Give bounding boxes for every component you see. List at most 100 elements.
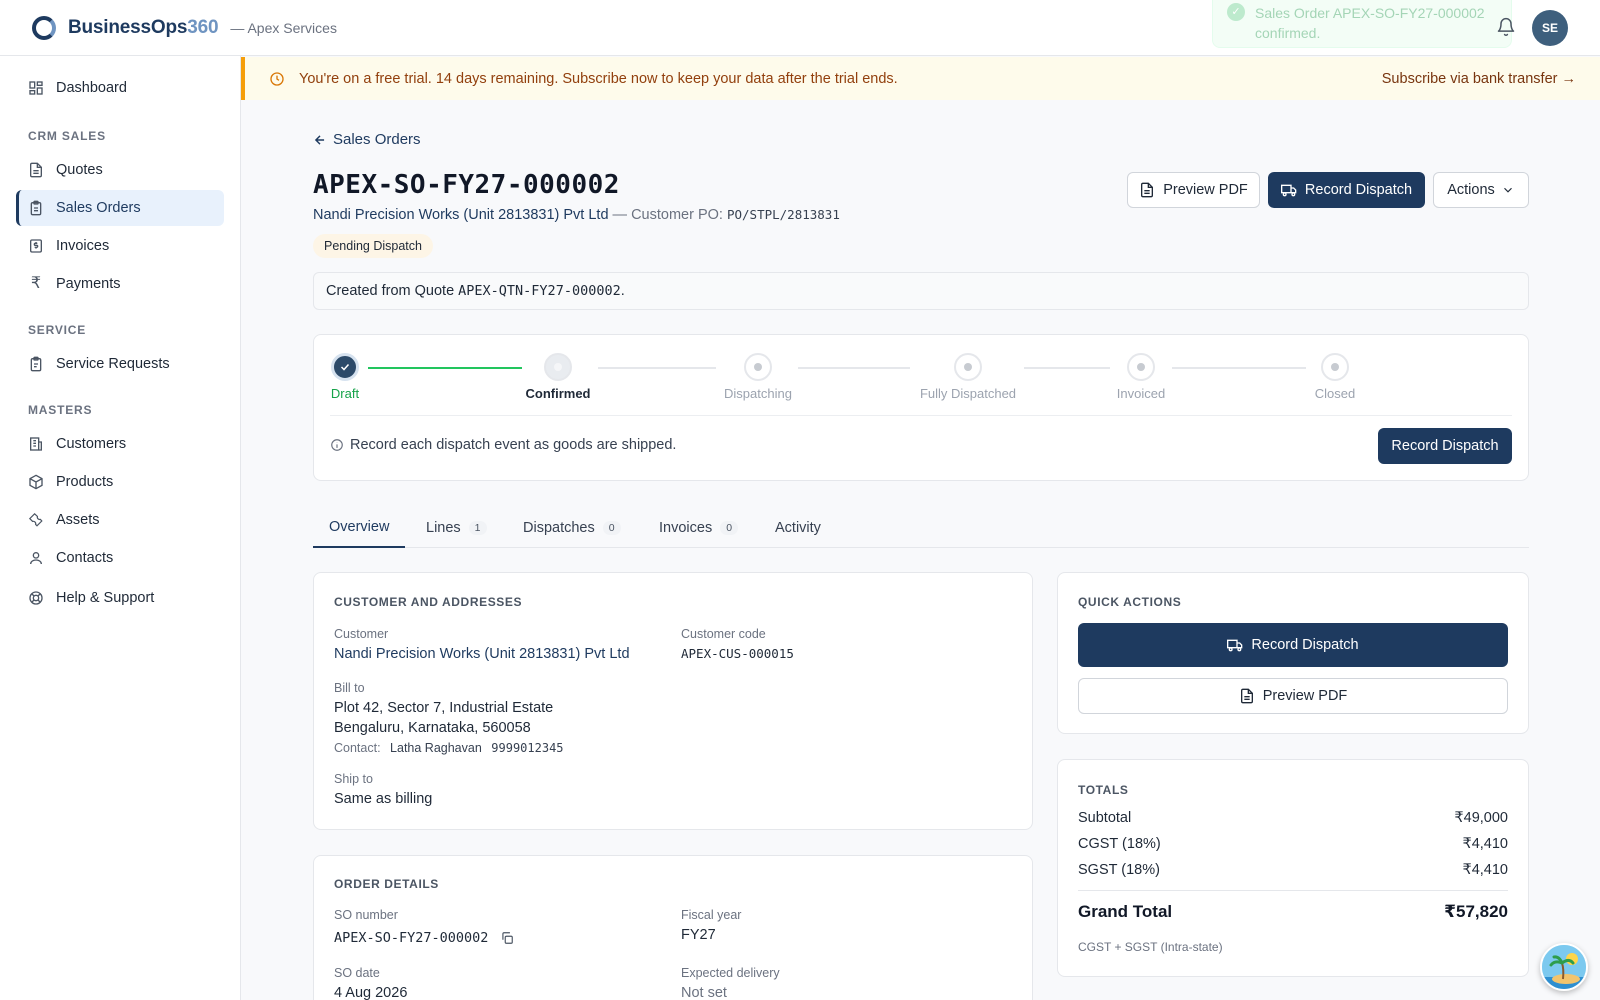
cgst-value: ₹4,410	[1462, 836, 1508, 852]
so-number-row: APEX-SO-FY27-000002	[334, 930, 514, 946]
tab-label: Lines	[426, 519, 461, 536]
fiscal-year-label: Fiscal year	[681, 908, 742, 922]
contact-label: Contact:	[334, 741, 381, 755]
tab-label: Overview	[329, 518, 390, 535]
sidebar-item-label: Service Requests	[56, 356, 170, 372]
button-label: Record Dispatch	[1251, 637, 1359, 653]
sidebar-section-masters: MASTERS	[28, 403, 93, 417]
clipboard-list-icon	[30, 356, 42, 372]
sidebar-item-label: Invoices	[56, 238, 110, 254]
island-icon	[1542, 945, 1586, 989]
tab-activity[interactable]: Activity	[775, 507, 821, 548]
subscribe-link[interactable]: Subscribe via bank transfer →	[1382, 71, 1576, 87]
sidebar-item-payments[interactable]: ₹ Payments	[16, 266, 224, 302]
brand[interactable]: BusinessOps360 — Apex Services	[32, 15, 337, 40]
sidebar-item-service-requests[interactable]: Service Requests	[16, 346, 224, 382]
check-icon	[331, 353, 359, 381]
quote-suffix: .	[620, 283, 625, 299]
sidebar-item-customers[interactable]: Customers	[16, 426, 224, 462]
arrow-left-icon	[314, 134, 325, 145]
sidebar-item-assets[interactable]: Assets	[16, 502, 224, 538]
contact-row: Contact: Latha Raghavan 9999012345	[334, 741, 564, 755]
back-label: Sales Orders	[333, 131, 421, 148]
divider	[1078, 890, 1508, 891]
tab-label: Dispatches	[523, 519, 595, 536]
button-label: Preview PDF	[1262, 688, 1348, 704]
tab-count: 1	[468, 520, 487, 535]
sidebar-item-label: Dashboard	[56, 80, 127, 96]
grand-total-row: Grand Total ₹57,820	[1078, 902, 1508, 922]
bill-to-line-2: Bengaluru, Karnataka, 560058	[334, 720, 531, 736]
customer-po: PO/STPL/2813831	[726, 207, 840, 222]
lifebuoy-icon	[29, 591, 43, 605]
so-number-value: APEX-SO-FY27-000002	[334, 930, 489, 946]
tab-overview[interactable]: Overview	[313, 507, 406, 548]
user-icon	[30, 552, 42, 565]
customer-link[interactable]: Nandi Precision Works (Unit 2813831) Pvt…	[334, 646, 630, 662]
quick-record-dispatch-button[interactable]: Record Dispatch	[1078, 623, 1508, 667]
divider	[330, 415, 1512, 416]
fiscal-year-value: FY27	[681, 927, 716, 943]
sidebar-item-label: Payments	[56, 276, 121, 292]
dispatch-hint: Record each dispatch event as goods are …	[330, 437, 676, 453]
sidebar-item-quotes[interactable]: Quotes	[16, 152, 224, 188]
grand-total-value: ₹57,820	[1444, 902, 1508, 921]
step-fully-dispatched: Fully Dispatched	[908, 353, 1028, 401]
top-bar: BusinessOps360 — Apex Services ✓ Sales O…	[0, 0, 1600, 56]
sidebar-item-help[interactable]: Help & Support	[16, 580, 224, 616]
expected-delivery-label: Expected delivery	[681, 966, 780, 980]
brand-name: BusinessOps360	[68, 16, 219, 38]
ship-to-label: Ship to	[334, 772, 373, 786]
dashboard-icon	[29, 81, 43, 95]
floating-help-button[interactable]	[1540, 943, 1588, 991]
sidebar-item-invoices[interactable]: Invoices	[16, 228, 224, 264]
quick-preview-pdf-button[interactable]: Preview PDF	[1078, 678, 1508, 714]
chevron-down-icon	[1503, 187, 1512, 193]
sidebar-item-dashboard[interactable]: Dashboard	[16, 70, 224, 106]
status-badge: Pending Dispatch	[313, 234, 433, 258]
tab-count: 0	[720, 520, 739, 535]
card-title: QUICK ACTIONS	[1078, 595, 1182, 609]
package-icon	[29, 474, 43, 490]
sidebar-item-products[interactable]: Products	[16, 464, 224, 500]
tab-lines[interactable]: Lines 1	[426, 507, 487, 548]
step-label: Fully Dispatched	[919, 386, 1017, 401]
record-dispatch-button[interactable]: Record Dispatch	[1268, 172, 1425, 208]
sidebar-item-label: Quotes	[56, 162, 103, 178]
record-dispatch-button-secondary[interactable]: Record Dispatch	[1378, 428, 1512, 464]
contact-phone: 9999012345	[491, 741, 564, 755]
trial-banner: You're on a free trial. 14 days remainin…	[241, 57, 1600, 100]
customer-label: Customer	[334, 627, 389, 641]
sidebar: Dashboard CRM SALES Quotes Sales Orders …	[0, 56, 241, 1000]
copy-icon[interactable]	[500, 931, 514, 945]
customer-name[interactable]: Nandi Precision Works (Unit 2813831) Pvt…	[313, 207, 609, 223]
step-pending-icon	[1127, 353, 1155, 381]
quote-number[interactable]: APEX-QTN-FY27-000002	[458, 283, 621, 299]
bell-icon[interactable]	[1496, 17, 1516, 37]
file-icon	[1141, 182, 1154, 198]
step-label: Dispatching	[724, 386, 792, 401]
user-avatar[interactable]: SE	[1532, 10, 1568, 46]
back-to-sales-orders[interactable]: Sales Orders	[313, 131, 421, 148]
sidebar-item-label: Assets	[56, 512, 100, 528]
preview-pdf-button[interactable]: Preview PDF	[1127, 172, 1260, 208]
step-label: Closed	[1314, 386, 1356, 401]
button-label: Record Dispatch	[1304, 182, 1413, 198]
wrench-icon	[28, 512, 43, 527]
sidebar-section-service: SERVICE	[28, 323, 87, 337]
customer-addresses-card: CUSTOMER AND ADDRESSES Customer Nandi Pr…	[313, 572, 1033, 830]
sidebar-item-label: Help & Support	[56, 590, 155, 606]
file-icon	[1240, 688, 1253, 704]
sidebar-item-sales-orders[interactable]: Sales Orders	[16, 190, 224, 226]
info-icon	[331, 439, 343, 451]
sidebar-item-contacts[interactable]: Contacts	[16, 540, 224, 576]
tab-dispatches[interactable]: Dispatches 0	[523, 507, 621, 548]
subtotal-value: ₹49,000	[1454, 810, 1508, 826]
tab-invoices[interactable]: Invoices 0	[659, 507, 739, 548]
actions-dropdown[interactable]: Actions	[1433, 172, 1529, 208]
order-details-card: ORDER DETAILS SO number APEX-SO-FY27-000…	[313, 855, 1033, 1000]
sidebar-section-crm: CRM SALES	[28, 129, 106, 143]
invoice-icon	[30, 239, 42, 253]
subtotal-row: Subtotal ₹49,000	[1078, 810, 1508, 826]
check-circle-icon: ✓	[1227, 3, 1245, 21]
